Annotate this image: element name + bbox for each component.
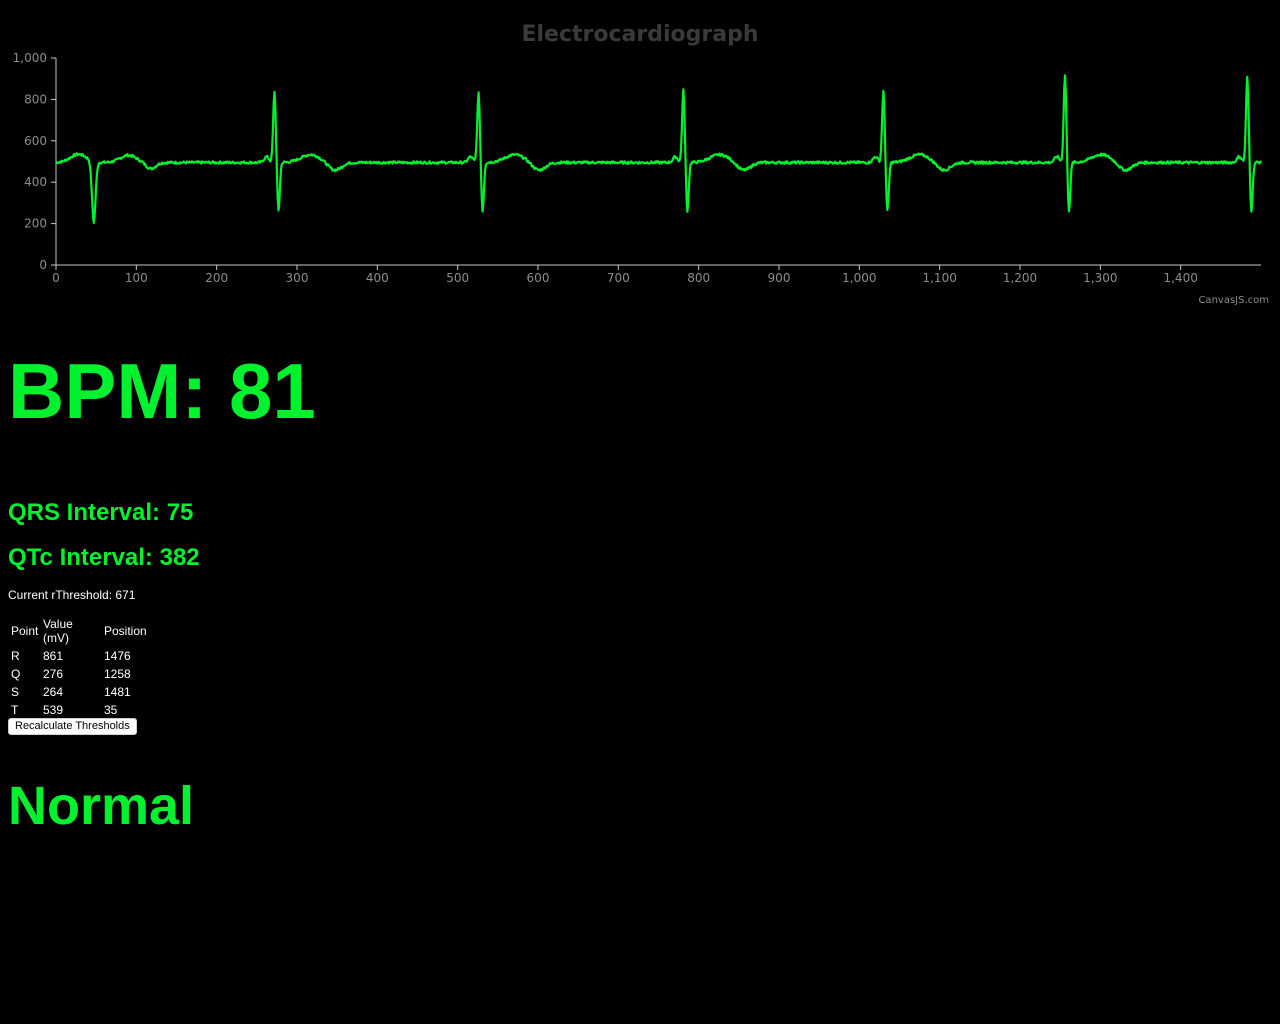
- x-tick-label: 300: [286, 271, 309, 285]
- table-cell-value: 276: [43, 667, 64, 681]
- recalculate-thresholds-button[interactable]: Recalculate Thresholds: [8, 718, 137, 735]
- y-tick-label: 800: [24, 92, 47, 106]
- y-tick-label: 200: [24, 217, 47, 231]
- x-tick-label: 1,200: [1003, 271, 1037, 285]
- table-cell-point: R: [11, 649, 20, 663]
- table-row-q: Q 276 1258: [10, 666, 149, 682]
- ecg-chart: Electrocardiograph 0 200 400 600 800 1,000 0 1…: [0, 0, 1280, 310]
- y-axis: 0 200 400 600 800 1,000: [13, 51, 57, 272]
- ecg-series-line: [55, 74, 1262, 224]
- x-tick-label: 200: [205, 271, 228, 285]
- ecg-series: [55, 74, 1262, 224]
- table-row-t: T 539 35: [10, 702, 149, 718]
- ecg-chart-svg: Electrocardiograph 0 200 400 600 800 1,000 0 1…: [13, 22, 1269, 306]
- column-header-point: Point: [11, 624, 39, 638]
- y-tick-label: 1,000: [13, 51, 47, 65]
- table-cell-position: 1481: [104, 685, 131, 699]
- table-cell-position: 35: [104, 703, 118, 717]
- x-tick-label: 900: [768, 271, 791, 285]
- x-tick-label: 1,100: [922, 271, 956, 285]
- y-tick-label: 400: [24, 175, 47, 189]
- column-header-position: Position: [104, 624, 147, 638]
- y-tick-label: 0: [39, 258, 47, 272]
- x-tick-label: 1,300: [1083, 271, 1117, 285]
- x-tick-label: 400: [366, 271, 389, 285]
- chart-credit-link[interactable]: CanvasJS.com: [1198, 295, 1269, 306]
- table-cell-point: T: [11, 703, 19, 717]
- qrs-interval-readout: QRS Interval: 75: [8, 499, 194, 526]
- table-cell-value: 539: [43, 703, 64, 717]
- table-row-s: S 264 1481: [10, 684, 149, 700]
- table-cell-value: 264: [43, 685, 64, 699]
- x-tick-label: 700: [607, 271, 630, 285]
- x-tick-label: 800: [687, 271, 710, 285]
- table-cell-point: S: [11, 685, 20, 699]
- bpm-readout: BPM: 81: [8, 347, 316, 435]
- table-cell-point: Q: [11, 667, 21, 681]
- table-cell-value: 861: [43, 649, 64, 663]
- table-row-r: R 861 1476: [10, 648, 149, 664]
- x-tick-label: 500: [446, 271, 469, 285]
- table-cell-position: 1258: [104, 667, 131, 681]
- x-tick-label: 600: [527, 271, 550, 285]
- x-tick-label: 0: [52, 271, 60, 285]
- ecg-points-table: Point Value (mV) Position R 861 1476 Q 2…: [8, 614, 151, 720]
- x-tick-label: 1,400: [1163, 271, 1197, 285]
- rhythm-status: Normal: [8, 776, 195, 836]
- x-axis: 0 100 200 300 400 500 600 700 800 900 1,000 1,100 1,…: [52, 264, 1261, 285]
- qtc-interval-readout: QTc Interval: 382: [8, 544, 200, 571]
- chart-title: Electrocardiograph: [521, 22, 758, 47]
- x-tick-label: 100: [125, 271, 148, 285]
- r-threshold-readout: Current rThreshold: 671: [8, 588, 136, 602]
- y-tick-label: 600: [24, 134, 47, 148]
- table-header-row: Point Value (mV) Position: [10, 616, 149, 646]
- x-tick-label: 1,000: [842, 271, 876, 285]
- table-cell-position: 1476: [104, 649, 131, 663]
- column-header-value: Value (mV): [43, 617, 73, 645]
